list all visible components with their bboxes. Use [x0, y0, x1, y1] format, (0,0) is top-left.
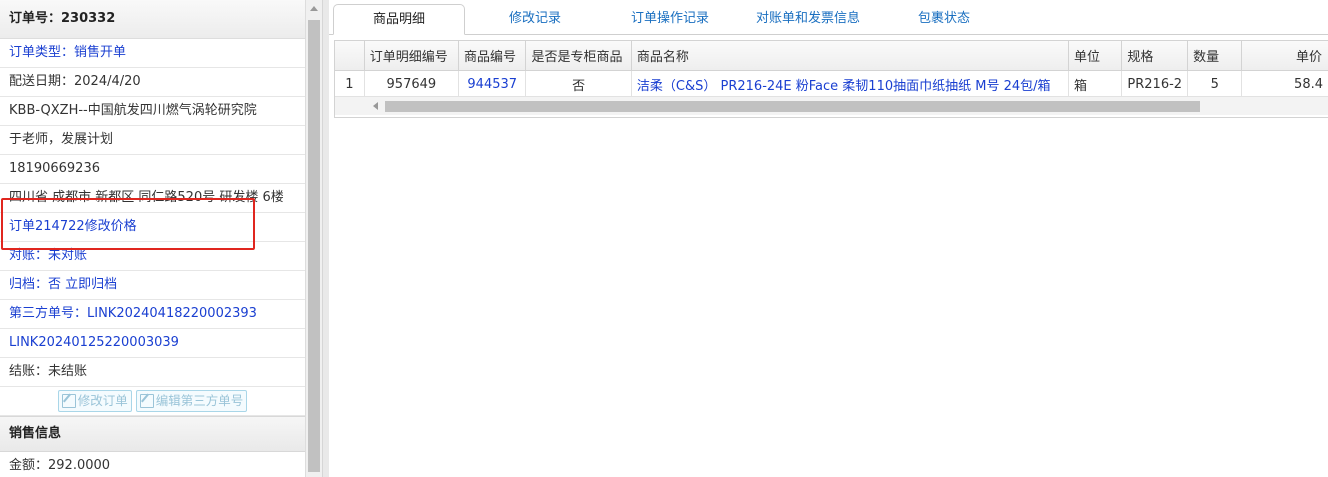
col-product-name[interactable]: 商品名称 — [631, 41, 1069, 71]
customer-name: KBB-QXZH--中国航发四川燃气涡轮研究院 — [0, 97, 305, 126]
col-unit[interactable]: 单位 — [1068, 41, 1123, 71]
horizontal-scrollbar-thumb[interactable] — [385, 101, 1200, 112]
delivery-date: 配送日期：2024/4/20 — [0, 68, 305, 97]
tab-order-operation-log[interactable]: 订单操作记录 — [607, 4, 733, 34]
order-number-title: 订单号：230332 — [0, 0, 305, 39]
cell-index: 1 — [335, 70, 365, 98]
sales-info-section-title: 销售信息 — [0, 416, 305, 452]
edit-third-party-button[interactable]: 编辑第三方单号 — [135, 390, 248, 412]
scroll-up-icon[interactable] — [310, 6, 318, 11]
cell-quantity: 5 — [1187, 70, 1243, 98]
third-party-order-no-2[interactable]: LINK20240125220003039 — [0, 329, 305, 358]
grid-horizontal-scrollbar[interactable] — [335, 96, 1328, 115]
edit-third-party-label: 编辑第三方单号 — [155, 393, 244, 408]
third-party-order-no[interactable]: 第三方单号：LINK20240418220002393 — [0, 300, 305, 329]
settlement-status: 结账：未结账 — [0, 358, 305, 387]
cell-counter-product: 否 — [525, 70, 632, 98]
tab-package-status[interactable]: 包裹状态 — [889, 4, 999, 34]
col-detail-no[interactable]: 订单明细编号 — [364, 41, 460, 71]
tab-statement-invoice[interactable]: 对账单和发票信息 — [743, 4, 873, 34]
tab-product-detail[interactable]: 商品明细 — [333, 4, 465, 35]
cell-product-name-link[interactable]: 洁柔（C&S） PR216-24E 粉Face 柔韧110抽面巾纸抽纸 M号 2… — [631, 70, 1069, 98]
edit-icon — [61, 394, 76, 408]
order-info-panel: 订单号：230332 订单类型：销售开单 配送日期：2024/4/20 KBB-… — [0, 0, 306, 477]
scrollbar-thumb[interactable] — [308, 20, 320, 472]
col-index — [335, 41, 365, 71]
contact-person: 于老师，发展计划 — [0, 126, 305, 155]
cell-unit: 箱 — [1068, 70, 1123, 98]
cell-product-no-link[interactable]: 944537 — [458, 70, 527, 98]
edit-icon — [139, 394, 154, 408]
product-grid: 订单明细编号 商品编号 是否是专柜商品 商品名称 单位 规格 数量 单价 1 9… — [334, 40, 1328, 118]
cell-spec: PR216-2 — [1121, 70, 1189, 98]
edit-order-button[interactable]: 修改订单 — [57, 390, 132, 412]
table-row[interactable]: 1 957649 944537 否 洁柔（C&S） PR216-24E 粉Fac… — [335, 70, 1328, 98]
scroll-left-icon[interactable] — [373, 102, 378, 110]
delivery-address: 四川省 成都市 新都区 同仁路520号 研发楼 6楼 — [0, 184, 305, 213]
col-quantity[interactable]: 数量 — [1187, 41, 1243, 71]
cell-unit-price: 58.4 — [1241, 70, 1328, 98]
contact-phone: 18190669236 — [0, 155, 305, 184]
archive-status[interactable]: 归档：否 立即归档 — [0, 271, 305, 300]
col-counter-product[interactable]: 是否是专柜商品 — [525, 41, 632, 71]
tab-change-log[interactable]: 修改记录 — [477, 4, 593, 34]
col-unit-price[interactable]: 单价 — [1241, 41, 1328, 71]
product-table: 订单明细编号 商品编号 是否是专柜商品 商品名称 单位 规格 数量 单价 1 9… — [335, 41, 1328, 98]
reconciliation-status[interactable]: 对账：未对账 — [0, 242, 305, 271]
tab-bar: 商品明细 修改记录 订单操作记录 对账单和发票信息 包裹状态 — [329, 0, 1328, 35]
price-change-link[interactable]: 订单214722修改价格 — [0, 213, 305, 242]
left-panel-scrollbar[interactable] — [305, 0, 322, 477]
amount: 金额：292.0000 — [0, 452, 305, 477]
detail-panel: 商品明细 修改记录 订单操作记录 对账单和发票信息 包裹状态 订单明细编号 商品… — [329, 0, 1328, 477]
table-header-row: 订单明细编号 商品编号 是否是专柜商品 商品名称 单位 规格 数量 单价 — [335, 41, 1328, 71]
order-action-buttons: 修改订单 编辑第三方单号 — [0, 387, 305, 416]
edit-order-label: 修改订单 — [77, 393, 128, 408]
col-spec[interactable]: 规格 — [1121, 41, 1189, 71]
col-product-no[interactable]: 商品编号 — [458, 41, 527, 71]
cell-detail-no: 957649 — [364, 70, 460, 98]
order-type[interactable]: 订单类型：销售开单 — [0, 39, 305, 68]
